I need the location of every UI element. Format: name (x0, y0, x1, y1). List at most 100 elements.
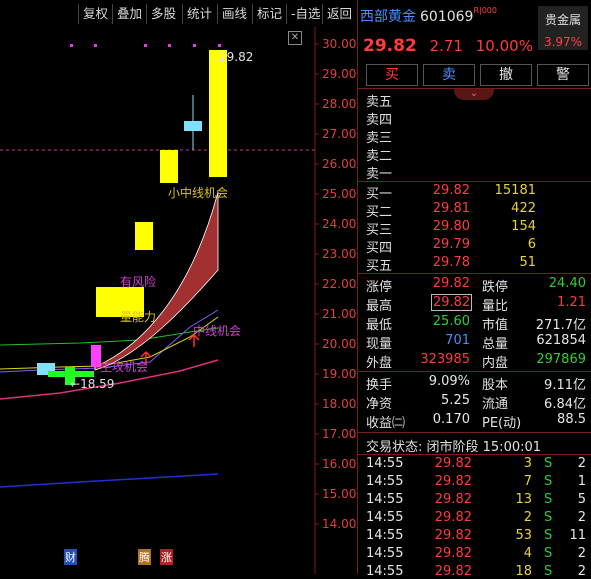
stat-label: 现量 (366, 337, 393, 352)
marker-zhang[interactable]: 涨 (160, 549, 173, 565)
asks-label: 卖三 (366, 131, 393, 146)
bids-volume: 154 (511, 219, 536, 234)
limit-up-value: 29.82 (432, 276, 470, 291)
tick-count: 2 (577, 456, 586, 471)
toolbar-mark-button[interactable]: 标记 (252, 4, 286, 24)
tick-count: 2 (577, 546, 586, 561)
tick-count: 2 (577, 510, 586, 525)
marker-finance[interactable]: 财 (64, 549, 77, 565)
toolbar-multistock-button[interactable]: 多股 (146, 4, 180, 24)
volume-ratio-value: 1.21 (557, 295, 586, 310)
bids-price[interactable]: 29.82 (430, 183, 470, 198)
candle (135, 222, 153, 250)
trade-status: 交易状态: 闭市阶段 15:00:01 (366, 440, 542, 455)
toolbar-draw-button[interactable]: 画线 (217, 4, 251, 24)
blue-ma-line (0, 473, 219, 488)
price-change-pct: 10.00% (475, 37, 533, 55)
eps-value: 0.170 (432, 412, 470, 427)
y-axis-ticks: 30.00 29.00 28.00 27.00 26.00 25.00 24.00 23.00… (315, 37, 356, 531)
tick-price: 29.82 (434, 510, 472, 525)
top-marker-dots (70, 44, 221, 47)
stat-label: 最高 (366, 299, 393, 314)
toolbar-fuquan-button[interactable]: 复权 (78, 4, 112, 24)
stat-label: 总量 (482, 337, 509, 352)
divider (358, 371, 591, 372)
low-value: 25.60 (432, 314, 470, 329)
alert-button[interactable]: 警 (537, 64, 589, 86)
turnover-value: 9.09% (428, 374, 470, 389)
tick-time: 14:55 (366, 510, 404, 525)
stat-label: 股本 (482, 378, 509, 393)
stat-label: 跌停 (482, 280, 509, 295)
toolbar-back-button[interactable]: 返回 (322, 4, 356, 24)
share-capital-value: 9.11亿 (544, 378, 586, 393)
stat-label: 换手 (366, 378, 393, 393)
bids-label: 买三 (366, 223, 393, 238)
y-tick-label: 27.00 (322, 127, 356, 141)
float-shares-value: 6.84亿 (544, 397, 586, 412)
high-value: 29.82 (431, 294, 472, 311)
stat-label: 涨停 (366, 280, 393, 295)
cancel-order-button[interactable]: 撤 (480, 64, 532, 86)
stock-name: 西部黄金 (360, 9, 416, 25)
toolbar-stats-button[interactable]: 统计 (182, 4, 216, 24)
annotation-midline-chance: 中线机会 (193, 323, 241, 338)
buy-button[interactable]: 买 (366, 64, 418, 86)
tick-time: 14:55 (366, 456, 404, 471)
asks-label: 卖四 (366, 113, 393, 128)
total-volume-value: 621854 (536, 333, 586, 348)
price-row: 29.82 2.71 10.00% (363, 36, 533, 56)
bids-price[interactable]: 29.80 (430, 219, 470, 234)
stat-label: 最低 (366, 318, 393, 333)
bids-price[interactable]: 29.78 (430, 255, 470, 270)
price-change: 2.71 (429, 37, 463, 55)
tick-time: 14:55 (366, 492, 404, 507)
tick-count: 1 (577, 474, 586, 489)
marker-teng[interactable]: 腾 (138, 549, 151, 565)
y-tick-label: 26.00 (322, 157, 356, 171)
tick-volume: 2 (523, 510, 532, 525)
bids-price[interactable]: 29.79 (430, 237, 470, 252)
y-tick-label: 22.00 (322, 277, 356, 291)
y-tick-label: 16.00 (322, 457, 356, 471)
last-price: 29.82 (363, 36, 417, 56)
tick-side: S (544, 528, 553, 543)
stat-label: 净资 (366, 397, 393, 412)
tick-volume: 13 (515, 492, 532, 507)
tick-volume: 53 (515, 528, 532, 543)
kline-chart[interactable]: 29.82 ←18.59 小中线机会 有风险 量能力 中线机会 主攻机会 30.… (0, 27, 357, 574)
tick-side: S (544, 510, 553, 525)
stat-label: 市值 (482, 318, 509, 333)
limit-down-value: 24.40 (548, 276, 586, 291)
tick-side: S (544, 492, 553, 507)
current-volume-value: 701 (445, 333, 470, 348)
low-price-label: ←18.59 (70, 377, 114, 391)
stat-label: 内盘 (482, 356, 509, 371)
bids-price[interactable]: 29.81 (430, 201, 470, 216)
market-cap-value: 271.7亿 (535, 318, 586, 333)
sector-box[interactable]: 贵金属 3.97% (538, 6, 588, 50)
divider (358, 88, 591, 89)
tick-volume: 7 (523, 474, 532, 489)
divider (358, 454, 591, 455)
toolbar-watchlist-button[interactable]: -自选 (286, 4, 325, 24)
high-price-label: 29.82 (219, 50, 253, 64)
bids-volume: 51 (519, 255, 536, 270)
y-tick-label: 28.00 (322, 97, 356, 111)
collapse-chevron-icon[interactable]: ⌄ (454, 88, 494, 100)
tick-price: 29.82 (434, 474, 472, 489)
quote-panel: 西部黄金 601069R|000 贵金属 3.97% 29.82 2.71 10.… (357, 0, 591, 579)
tick-time: 14:55 (366, 528, 404, 543)
stat-label: 流通 (482, 397, 509, 412)
sector-name: 贵金属 (544, 13, 581, 27)
tick-count: 2 (577, 564, 586, 579)
sell-button[interactable]: 卖 (423, 64, 475, 86)
tick-time: 14:55 (366, 546, 404, 561)
sector-pct: 3.97% (543, 35, 583, 49)
toolbar-overlay-button[interactable]: 叠加 (112, 4, 146, 24)
pe-value: 88.5 (557, 412, 586, 427)
y-tick-label: 17.00 (322, 427, 356, 441)
bids-volume: 15181 (494, 183, 536, 198)
stock-header: 西部黄金 601069R|000 (360, 6, 497, 26)
tick-price: 29.82 (434, 564, 472, 579)
